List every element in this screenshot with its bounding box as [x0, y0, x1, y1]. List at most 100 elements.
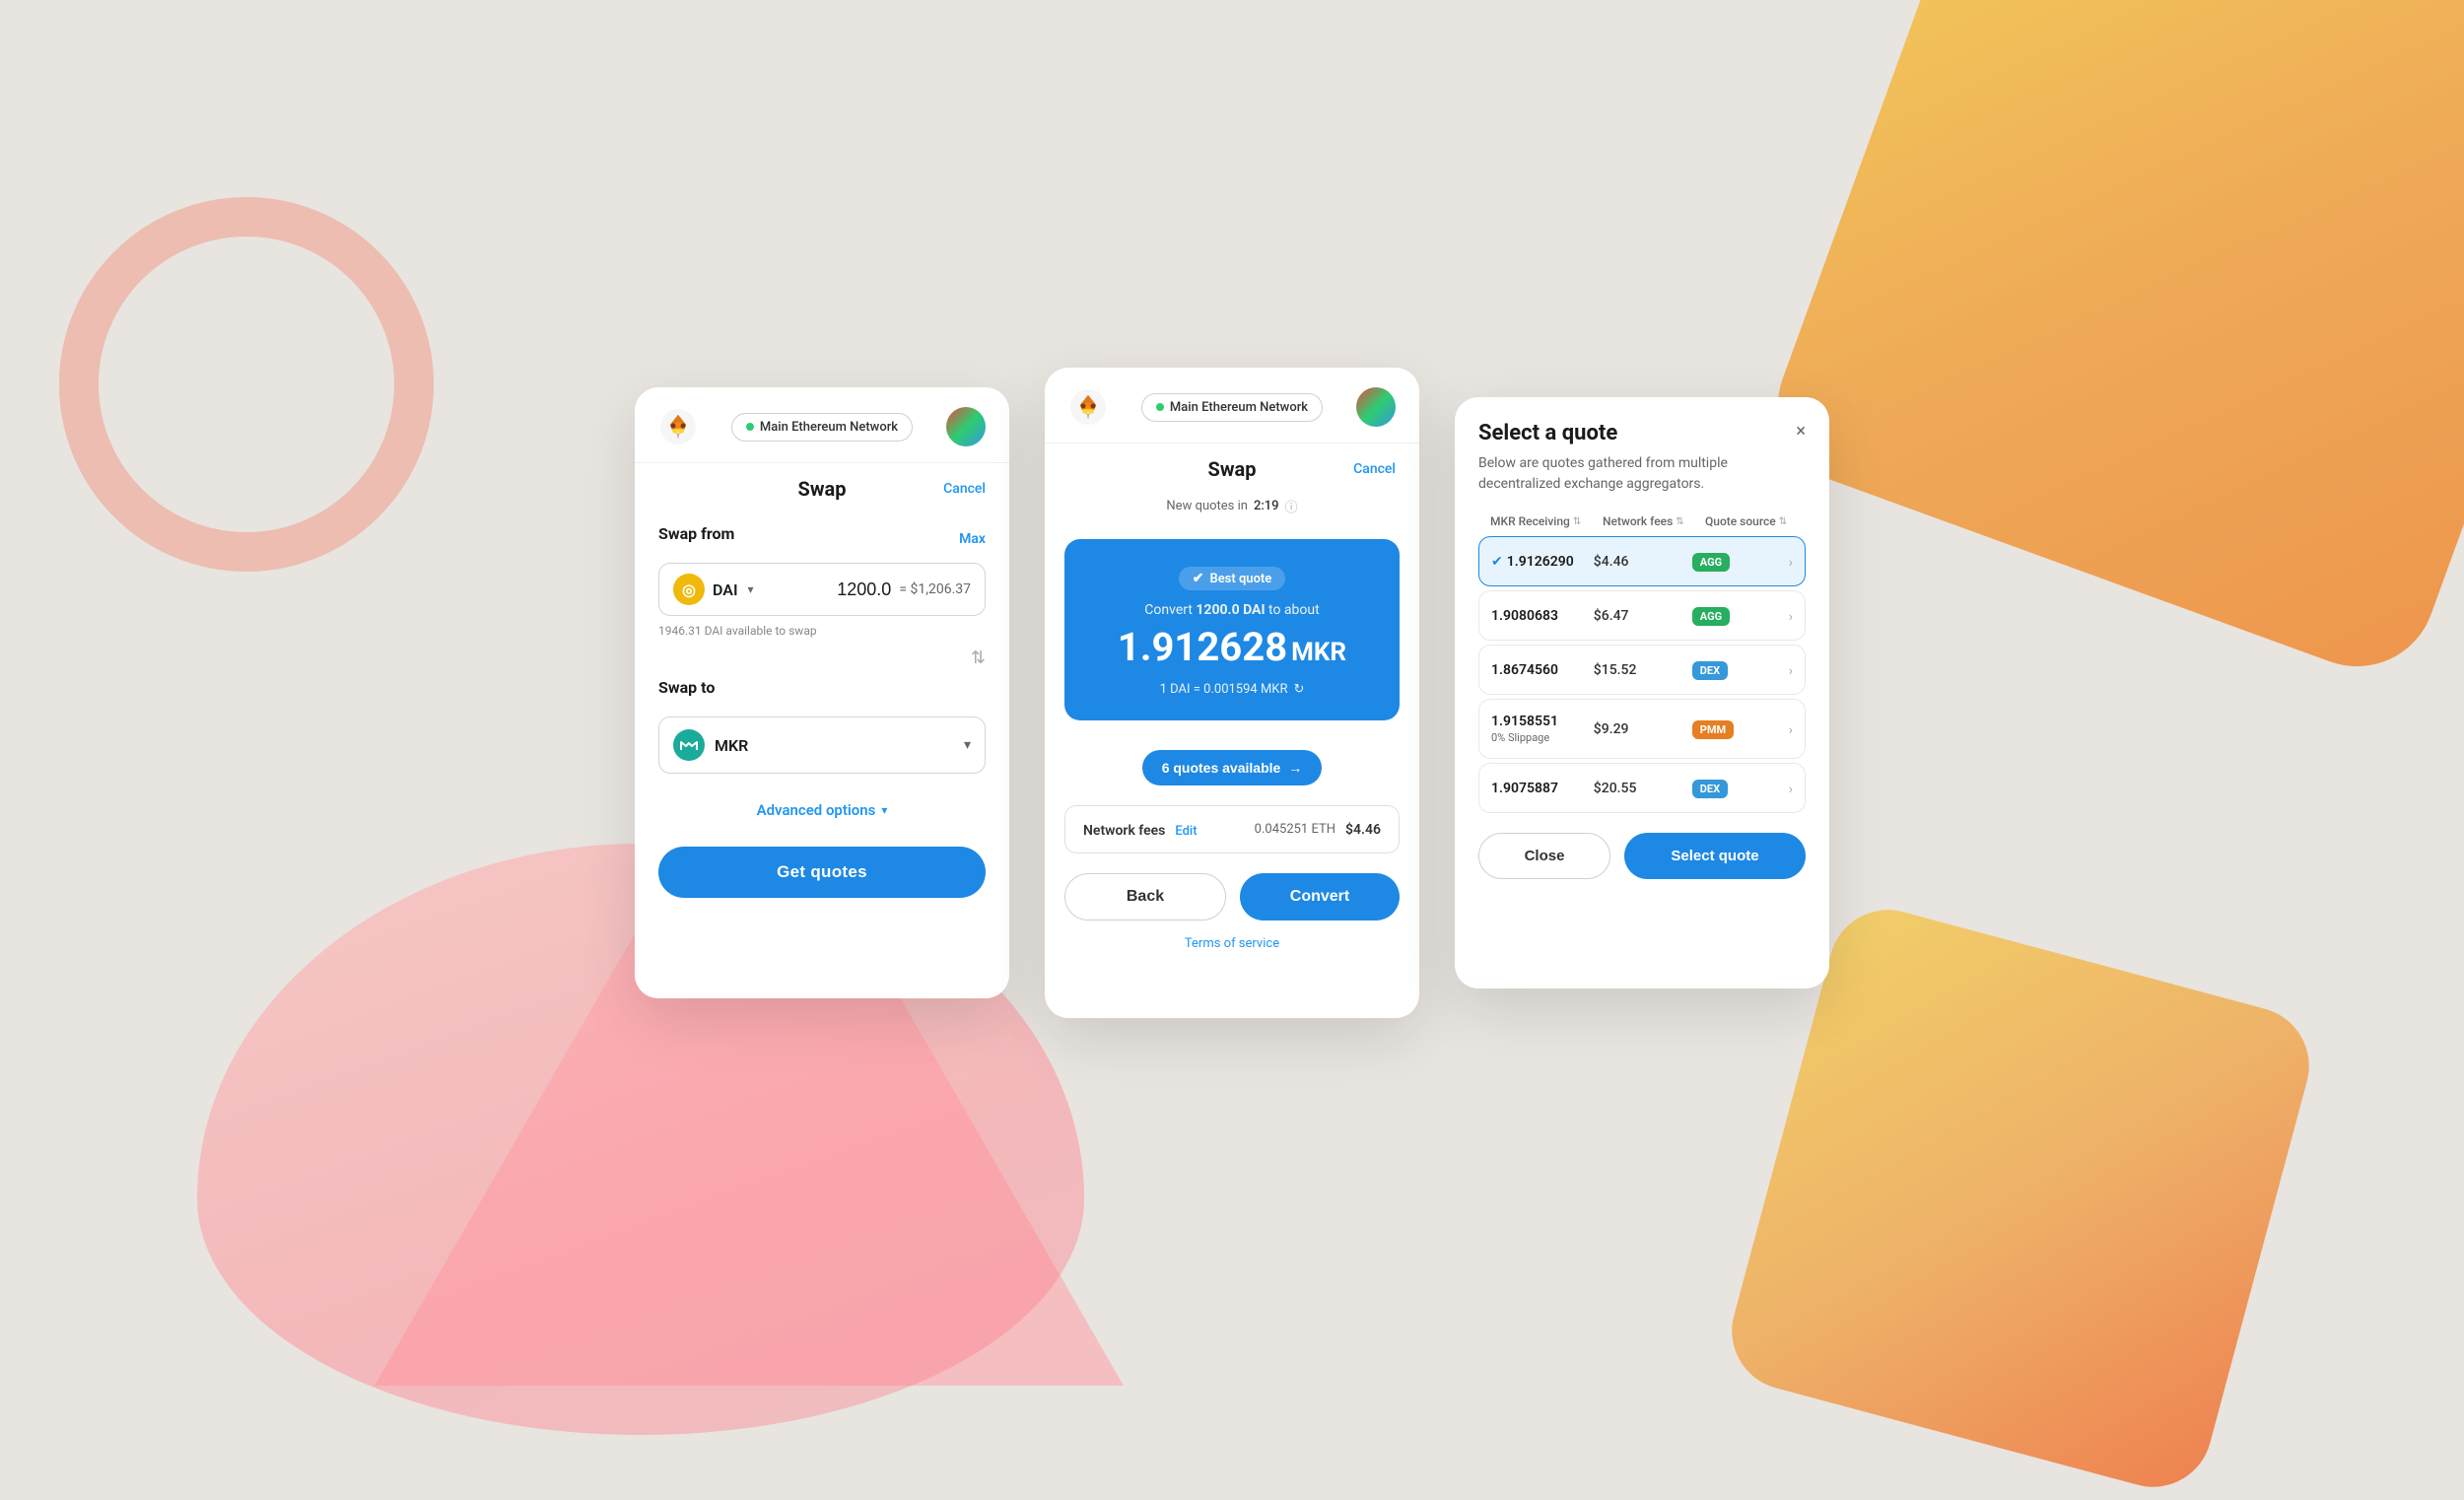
- quote-row[interactable]: 1.9158551 0% Slippage $9.29 PMM ›: [1478, 699, 1806, 759]
- fees-col-label: Network fees: [1603, 514, 1673, 528]
- network-badge[interactable]: Main Ethereum Network: [731, 413, 913, 442]
- convert-desc-text: Convert 1200.0 DAI to about: [1144, 602, 1319, 618]
- swap-arrows-row: ⇅: [658, 648, 986, 668]
- quote-amount-value: 1.8674560: [1491, 662, 1558, 678]
- network-label-2: Main Ethereum Network: [1170, 400, 1308, 415]
- convert-description: Convert 1200.0 DAI to about: [1088, 602, 1376, 618]
- network-fees-box: Network fees Edit 0.045251 ETH $4.46: [1064, 805, 1400, 853]
- max-link[interactable]: Max: [959, 531, 986, 547]
- token-dropdown-chevron[interactable]: ▾: [748, 582, 754, 596]
- fees-usd-amount: $4.46: [1345, 822, 1381, 838]
- panel2-header: Main Ethereum Network: [1045, 368, 1419, 443]
- source-col-label: Quote source: [1705, 514, 1776, 528]
- convert-button[interactable]: Convert: [1240, 873, 1400, 920]
- quote-amount-value: 1.9158551: [1491, 714, 1558, 729]
- advanced-options-chevron-icon: ▾: [881, 803, 887, 817]
- swap-from-input-box: ◎ DAI ▾ = $1,206.37: [658, 563, 986, 616]
- select-quote-panel: Select a quote × Below are quotes gather…: [1455, 397, 1829, 989]
- quote-source-cell: AGG: [1692, 551, 1781, 572]
- to-token-chevron[interactable]: ▾: [964, 737, 971, 753]
- close-modal-button[interactable]: ×: [1796, 423, 1806, 441]
- quote-rows-container: ✔ 1.9126290 $4.46 AGG › 1.9080683 $6.47: [1478, 536, 1806, 813]
- select-quote-header: Select a quote ×: [1478, 421, 1806, 445]
- quote-row-chevron-icon: ›: [1789, 782, 1793, 797]
- quote-row[interactable]: 1.8674560 $15.52 DEX ›: [1478, 645, 1806, 695]
- arrow-right-icon: →: [1288, 760, 1302, 776]
- quote-source-badge: DEX: [1692, 661, 1728, 680]
- quotes-available-label: 6 quotes available: [1162, 760, 1281, 776]
- panel2-title: Swap: [1208, 457, 1257, 481]
- receiving-sort-icon[interactable]: ⇅: [1573, 516, 1581, 527]
- best-quote-amount-row: 1.912628 MKR: [1088, 624, 1376, 670]
- available-balance-text: 1946.31 DAI available to swap: [658, 624, 986, 638]
- receiving-col-label: MKR Receiving: [1490, 514, 1570, 528]
- quote-amount-cell: 1.9158551 0% Slippage: [1491, 714, 1594, 744]
- bg-orange-shape: [1755, 0, 2464, 689]
- quote-source-cell: DEX: [1692, 659, 1781, 680]
- dai-token-icon: ◎: [673, 574, 705, 605]
- close-panel-button[interactable]: Close: [1478, 833, 1610, 879]
- amount-input[interactable]: [812, 580, 891, 600]
- source-sort-icon[interactable]: ⇅: [1779, 516, 1787, 527]
- amount-usd: = $1,206.37: [899, 581, 971, 597]
- best-quote-rate: 1 DAI = 0.001594 MKR ↻: [1088, 682, 1376, 697]
- quote-source-badge: DEX: [1692, 780, 1728, 798]
- panel1-title: Swap: [798, 477, 847, 501]
- quote-amount-value: 1.9080683: [1491, 608, 1558, 624]
- quote-amount-cell: ✔ 1.9126290: [1491, 554, 1594, 570]
- refresh-icon[interactable]: ↻: [1293, 682, 1304, 697]
- user-avatar[interactable]: [946, 407, 986, 446]
- quote-source-badge: AGG: [1692, 607, 1730, 626]
- to-token-name: MKR: [715, 736, 964, 755]
- fees-eth-amount: 0.045251 ETH: [1255, 822, 1335, 837]
- quote-fee-value: $6.47: [1594, 608, 1692, 624]
- quote-fee-value: $4.46: [1594, 554, 1692, 570]
- quote-row-chevron-cell: ›: [1781, 719, 1793, 738]
- panel1-header: Main Ethereum Network: [635, 387, 1009, 463]
- fees-sort-icon[interactable]: ⇅: [1676, 516, 1683, 527]
- fees-col-header: Network fees ⇅: [1603, 514, 1701, 528]
- cancel-link[interactable]: Cancel: [943, 481, 986, 497]
- select-quote-title: Select a quote: [1478, 421, 1617, 445]
- swap-from-label-row: Swap from Max: [658, 524, 986, 553]
- quote-source-cell: DEX: [1692, 778, 1781, 798]
- quote-row-chevron-cell: ›: [1781, 779, 1793, 797]
- swap-direction-arrows[interactable]: ⇅: [971, 648, 986, 668]
- quote-row[interactable]: ✔ 1.9126290 $4.46 AGG ›: [1478, 536, 1806, 586]
- new-quotes-row: New quotes in 2:19 ⓘ: [1045, 481, 1419, 519]
- quote-source-cell: PMM: [1692, 718, 1781, 739]
- advanced-options-row[interactable]: Advanced options ▾: [658, 801, 986, 819]
- quote-row[interactable]: 1.9075887 $20.55 DEX ›: [1478, 763, 1806, 813]
- fees-amounts: 0.045251 ETH $4.46: [1255, 822, 1381, 838]
- new-quotes-label: New quotes in: [1166, 499, 1248, 513]
- get-quotes-button[interactable]: Get quotes: [658, 847, 986, 898]
- fees-label-row: Network fees Edit: [1083, 820, 1198, 839]
- quote-row-chevron-cell: ›: [1781, 606, 1793, 625]
- quotes-timer: 2:19: [1254, 499, 1279, 513]
- check-icon: ✔: [1193, 571, 1204, 586]
- terms-of-service-link[interactable]: Terms of service: [1045, 920, 1419, 967]
- fees-edit-link[interactable]: Edit: [1175, 824, 1197, 839]
- cancel-link-2[interactable]: Cancel: [1353, 461, 1396, 477]
- back-button[interactable]: Back: [1064, 873, 1226, 920]
- panel2-title-row: Swap Cancel: [1045, 443, 1419, 481]
- fees-label: Network fees: [1083, 823, 1165, 839]
- best-quote-badge-label: Best quote: [1209, 572, 1271, 586]
- panels-container: Main Ethereum Network Swap Cancel Swap f…: [635, 368, 1829, 1018]
- quote-row-chevron-icon: ›: [1789, 609, 1793, 625]
- network-badge-2[interactable]: Main Ethereum Network: [1141, 393, 1323, 422]
- from-token-name: DAI: [713, 580, 738, 599]
- quote-row[interactable]: 1.9080683 $6.47 AGG ›: [1478, 590, 1806, 641]
- quote-fee-value: $9.29: [1594, 721, 1692, 737]
- quote-amount-cell: 1.9075887: [1491, 781, 1594, 796]
- mkr-token-icon: [673, 729, 705, 761]
- quote-amount-cell: 1.8674560: [1491, 662, 1594, 678]
- select-quote-description: Below are quotes gathered from multiple …: [1478, 453, 1806, 495]
- source-col-header: Quote source ⇅: [1705, 514, 1794, 528]
- select-quote-button[interactable]: Select quote: [1624, 833, 1806, 879]
- user-avatar-2[interactable]: [1356, 387, 1396, 427]
- quotes-available-button[interactable]: 6 quotes available →: [1142, 750, 1323, 785]
- metamask-fox-icon-2: [1068, 387, 1108, 427]
- swap-to-box[interactable]: MKR ▾: [658, 716, 986, 774]
- rate-text: 1 DAI = 0.001594 MKR: [1160, 682, 1288, 697]
